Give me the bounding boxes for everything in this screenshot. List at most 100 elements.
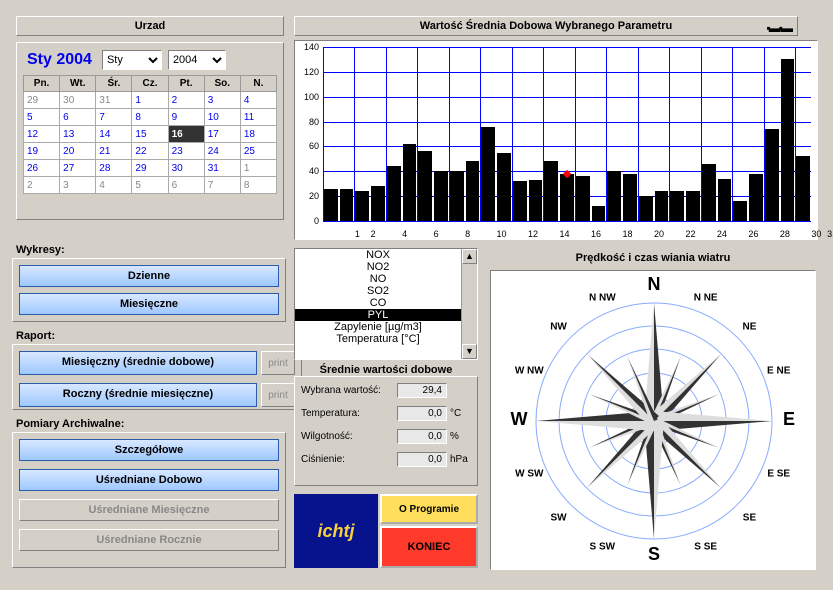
calendar-day[interactable]: 29 bbox=[24, 92, 60, 109]
calendar-day[interactable]: 25 bbox=[240, 143, 276, 160]
calendar-day[interactable]: 10 bbox=[204, 109, 240, 126]
average-row: Wilgotność:0,0% bbox=[301, 429, 471, 444]
usredniane-mies-button[interactable]: Uśredniane Miesięczne bbox=[19, 499, 279, 521]
calendar-day[interactable]: 13 bbox=[60, 126, 96, 143]
y-tick-label: 60 bbox=[295, 141, 319, 151]
calendar-day[interactable]: 8 bbox=[240, 177, 276, 194]
y-tick-label: 80 bbox=[295, 117, 319, 127]
calendar-day[interactable]: 29 bbox=[132, 160, 168, 177]
list-item[interactable]: CO bbox=[295, 297, 461, 309]
calendar-day[interactable]: 31 bbox=[96, 92, 132, 109]
calendar-day[interactable]: 4 bbox=[96, 177, 132, 194]
calendar-day[interactable]: 15 bbox=[132, 126, 168, 143]
calendar-day[interactable]: 2 bbox=[168, 92, 204, 109]
calendar-day[interactable]: 16 bbox=[168, 126, 204, 143]
y-tick-label: 40 bbox=[295, 166, 319, 176]
compass-dir-label: N NE bbox=[694, 292, 718, 303]
chart-bar bbox=[513, 181, 527, 221]
usredniane-rocz-button[interactable]: Uśredniane Rocznie bbox=[19, 529, 279, 551]
y-tick-label: 140 bbox=[295, 42, 319, 52]
calendar-day[interactable]: 3 bbox=[60, 177, 96, 194]
raport-group: Raport: Miesięczny (średnie dobowe) prin… bbox=[12, 328, 302, 410]
miesieczne-button[interactable]: Miesięczne bbox=[19, 293, 279, 315]
averages-group: Średnie wartości dobowe Wybrana wartość:… bbox=[294, 364, 478, 486]
month-select[interactable]: Sty bbox=[102, 50, 162, 70]
x-tick-label: 28 bbox=[780, 229, 790, 239]
calendar-day-header: Cz. bbox=[132, 76, 168, 92]
chart-bar bbox=[576, 176, 590, 221]
calendar-day[interactable]: 30 bbox=[168, 160, 204, 177]
calendar-day[interactable]: 18 bbox=[240, 126, 276, 143]
calendar-day[interactable]: 14 bbox=[96, 126, 132, 143]
raport-rocz-button[interactable]: Roczny (średnie miesięczne) bbox=[19, 383, 257, 407]
calendar-day[interactable]: 6 bbox=[60, 109, 96, 126]
compass-dir-label: N NW bbox=[589, 292, 616, 303]
calendar-day[interactable]: 22 bbox=[132, 143, 168, 160]
compass-dir-label: NW bbox=[550, 322, 567, 333]
calendar-day[interactable]: 1 bbox=[240, 160, 276, 177]
compass-dir-label: SE bbox=[743, 512, 757, 523]
calendar-day[interactable]: 28 bbox=[96, 160, 132, 177]
raport-mies-button[interactable]: Miesięczny (średnie dobowe) bbox=[19, 351, 257, 375]
about-button[interactable]: O Programie bbox=[380, 494, 478, 524]
list-item[interactable]: PYL bbox=[295, 309, 461, 321]
x-tick-label: 14 bbox=[560, 229, 570, 239]
calendar-day[interactable]: 12 bbox=[24, 126, 60, 143]
calendar-frame: Sty 2004 Sty 2004 Pn.Wt.Śr.Cz.Pt.So.N. 2… bbox=[16, 42, 284, 220]
print-button-1[interactable]: print bbox=[261, 351, 295, 375]
average-row: Ciśnienie:0,0hPa bbox=[301, 452, 471, 467]
calendar-day[interactable]: 19 bbox=[24, 143, 60, 160]
calendar-day[interactable]: 1 bbox=[132, 92, 168, 109]
calendar-day[interactable]: 26 bbox=[24, 160, 60, 177]
scroll-down-icon[interactable]: ▼ bbox=[462, 344, 477, 359]
parameter-listbox[interactable]: NOXNO2NOSO2COPYLZapylenie [µg/m3]Tempera… bbox=[294, 248, 478, 360]
calendar-day[interactable]: 24 bbox=[204, 143, 240, 160]
print-button-2[interactable]: print bbox=[261, 383, 295, 407]
chart-bar bbox=[796, 156, 810, 221]
list-item[interactable]: NOX bbox=[295, 249, 461, 261]
list-item[interactable]: NO2 bbox=[295, 261, 461, 273]
y-tick-label: 0 bbox=[295, 216, 319, 226]
year-select[interactable]: 2004 bbox=[168, 50, 226, 70]
list-item[interactable]: NO bbox=[295, 273, 461, 285]
calendar-day[interactable]: 23 bbox=[168, 143, 204, 160]
list-item[interactable]: Temperatura [°C] bbox=[295, 333, 461, 345]
scroll-up-icon[interactable]: ▲ bbox=[462, 249, 477, 264]
chart-bar bbox=[340, 189, 354, 221]
list-item[interactable]: Zapylenie [µg/m3] bbox=[295, 321, 461, 333]
calendar-month-label: Sty 2004 bbox=[23, 49, 96, 71]
exit-button[interactable]: KONIEC bbox=[380, 526, 478, 568]
compass-rose-icon: NN NENEE NEEE SESES SESS SWSWW SWWW NWNW… bbox=[491, 271, 817, 571]
listbox-scrollbar[interactable]: ▲ ▼ bbox=[461, 249, 477, 359]
logo-text: ichtj bbox=[317, 521, 354, 542]
calendar-day[interactable]: 17 bbox=[204, 126, 240, 143]
szczegolowe-button[interactable]: Szczegółowe bbox=[19, 439, 279, 461]
calendar-day[interactable]: 30 bbox=[60, 92, 96, 109]
calendar-day[interactable]: 7 bbox=[96, 109, 132, 126]
calendar-day[interactable]: 11 bbox=[240, 109, 276, 126]
calendar-day[interactable]: 2 bbox=[24, 177, 60, 194]
average-row: Temperatura:0,0°C bbox=[301, 406, 471, 421]
calendar-day[interactable]: 8 bbox=[132, 109, 168, 126]
average-label: Temperatura: bbox=[301, 408, 397, 419]
compass-dir-label: NE bbox=[743, 322, 757, 333]
calendar-day[interactable]: 4 bbox=[240, 92, 276, 109]
dzienne-button[interactable]: Dzienne bbox=[19, 265, 279, 287]
calendar-day[interactable]: 27 bbox=[60, 160, 96, 177]
calendar-day[interactable]: 20 bbox=[60, 143, 96, 160]
calendar-day[interactable]: 5 bbox=[24, 109, 60, 126]
calendar-day[interactable]: 9 bbox=[168, 109, 204, 126]
calendar-day[interactable]: 3 bbox=[204, 92, 240, 109]
calendar-day[interactable]: 21 bbox=[96, 143, 132, 160]
calendar-day[interactable]: 5 bbox=[132, 177, 168, 194]
raport-title: Raport: bbox=[12, 328, 302, 344]
list-item[interactable]: SO2 bbox=[295, 285, 461, 297]
calendar-day[interactable]: 31 bbox=[204, 160, 240, 177]
calendar-day[interactable]: 6 bbox=[168, 177, 204, 194]
chart-bar bbox=[560, 174, 574, 221]
average-row: Wybrana wartość:29,4 bbox=[301, 383, 471, 398]
usredniane-dobowo-button[interactable]: Uśredniane Dobowo bbox=[19, 469, 279, 491]
x-tick-label: 8 bbox=[465, 229, 470, 239]
calendar-day[interactable]: 7 bbox=[204, 177, 240, 194]
archiwalne-group: Pomiary Archiwalne: Szczegółowe Uśrednia… bbox=[12, 416, 286, 568]
